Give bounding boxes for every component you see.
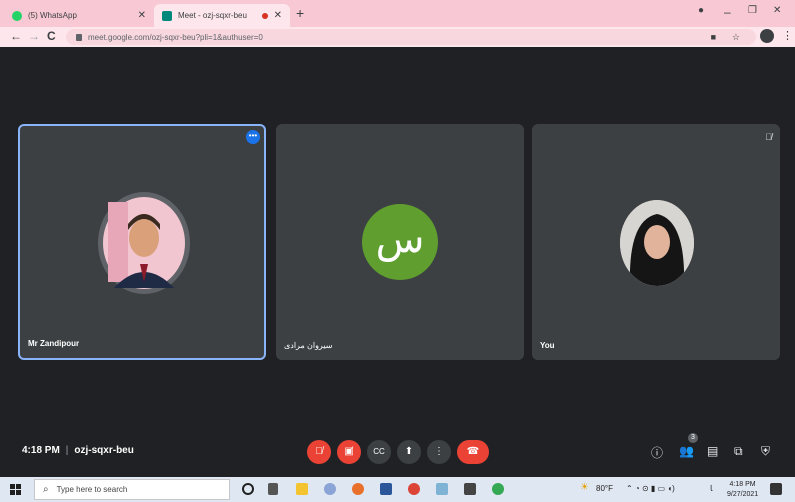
weather-temp[interactable]: 80°F xyxy=(596,484,613,493)
taskbar-clock[interactable]: 4:18 PM 9/27/2021 xyxy=(727,480,758,500)
close-tab-icon[interactable]: ✕ xyxy=(138,10,146,21)
participant-name: You xyxy=(540,341,555,350)
account-circle-icon[interactable]: ● xyxy=(698,5,704,16)
more-options-button[interactable]: ⋮ xyxy=(427,440,451,464)
more-options-icon[interactable]: ••• xyxy=(246,130,260,144)
chat-icon[interactable]: ▤ xyxy=(707,444,718,458)
url-text: meet.google.com/ozj-sqxr-beu?pli=1&authu… xyxy=(88,32,263,42)
avatar xyxy=(98,192,190,294)
chrome-active-icon[interactable] xyxy=(492,483,504,495)
people-count-badge: 3 xyxy=(688,433,698,443)
present-screen-button[interactable]: ⬆ xyxy=(397,440,421,464)
new-tab-button[interactable]: + xyxy=(296,5,304,21)
tab-title: (5) WhatsApp xyxy=(28,11,77,20)
search-placeholder: Type here to search xyxy=(56,485,128,494)
bookmark-star-icon[interactable]: ☆ xyxy=(732,32,740,43)
tab-meet[interactable]: Meet - ozj-sqxr-beu ✕ xyxy=(154,4,290,27)
meeting-info: 4:18 PM | ozj-sqxr-beu xyxy=(22,445,134,456)
activities-icon[interactable]: ⧉ xyxy=(734,444,743,459)
file-explorer-icon[interactable] xyxy=(296,483,308,495)
browser-tab-strip: (5) WhatsApp ✕ Meet - ozj-sqxr-beu ✕ + ●… xyxy=(0,0,795,27)
avatar-letter: س xyxy=(362,204,438,280)
search-icon: ⌕ xyxy=(43,484,49,495)
participant-name: سیروان مرادی xyxy=(284,341,333,350)
meet-icon xyxy=(162,10,172,21)
lock-icon xyxy=(76,33,82,41)
minimize-button[interactable]: – xyxy=(724,5,731,19)
participant-tile[interactable]: س سیروان مرادی xyxy=(276,124,524,360)
forward-icon[interactable]: → xyxy=(28,29,40,43)
restore-button[interactable]: ❐ xyxy=(748,5,757,16)
tab-whatsapp[interactable]: (5) WhatsApp ✕ xyxy=(4,4,154,27)
address-bar[interactable]: meet.google.com/ozj-sqxr-beu?pli=1&authu… xyxy=(66,29,756,45)
participant-name: Mr Zandipour xyxy=(28,339,80,348)
participant-photo xyxy=(620,200,694,286)
mic-off-button[interactable]: 🎙̸ xyxy=(307,440,331,464)
profile-avatar[interactable] xyxy=(760,29,774,43)
app-icon[interactable] xyxy=(324,483,336,495)
tab-title: Meet - ozj-sqxr-beu xyxy=(178,11,247,20)
clock-time: 4:18 PM xyxy=(729,481,756,488)
browser-toolbar: ← → C meet.google.com/ozj-sqxr-beu?pli=1… xyxy=(0,27,795,47)
host-controls-icon[interactable]: ⛨ xyxy=(761,444,770,459)
windows-taskbar: ⌕ Type here to search ☀ 80°F ⌃ ◔ ⊙ ▮ ▭ ◖… xyxy=(0,477,795,502)
paint-icon[interactable] xyxy=(436,483,448,495)
task-view-icon[interactable] xyxy=(268,483,278,495)
whatsapp-icon xyxy=(12,10,22,21)
tray-icons[interactable]: ⌃ ◔ ⊙ ▮ ▭ ◖) xyxy=(626,484,675,493)
app-icon[interactable] xyxy=(464,483,476,495)
weather-icon[interactable]: ☀ xyxy=(580,482,589,493)
camera-off-button[interactable]: ▣̸ xyxy=(337,440,361,464)
recording-icon xyxy=(261,12,268,19)
close-window-button[interactable]: ✕ xyxy=(773,5,781,16)
close-tab-icon[interactable]: ✕ xyxy=(274,10,282,21)
participant-photo xyxy=(103,197,185,289)
chrome-menu-icon[interactable]: ⋮ xyxy=(782,29,793,42)
leave-call-button[interactable]: ☎ xyxy=(457,440,489,464)
meeting-details-icon[interactable]: ⓘ xyxy=(651,444,663,461)
avatar xyxy=(620,200,694,286)
language-indicator[interactable]: ﺎ xyxy=(710,484,712,493)
meeting-code: ozj-sqxr-beu xyxy=(74,445,134,456)
muted-mic-icon: 🎙̸ xyxy=(765,132,772,142)
chrome-icon[interactable] xyxy=(408,483,420,495)
firefox-icon[interactable] xyxy=(352,483,364,495)
camera-indicator-icon[interactable]: ■ xyxy=(711,32,716,42)
participant-tile[interactable]: ••• Mr Zandipour xyxy=(18,124,266,360)
meeting-time: 4:18 PM xyxy=(22,445,60,456)
word-icon[interactable] xyxy=(380,483,392,495)
people-icon[interactable]: 👥 xyxy=(679,444,694,458)
back-icon[interactable]: ← xyxy=(10,29,22,43)
participant-tile[interactable]: 🎙̸ You xyxy=(532,124,780,360)
reload-icon[interactable]: C xyxy=(47,29,56,43)
divider: | xyxy=(65,445,69,456)
windows-start-icon[interactable] xyxy=(10,484,21,495)
taskbar-search-input[interactable]: ⌕ Type here to search xyxy=(34,479,230,500)
cortana-icon[interactable] xyxy=(242,483,254,495)
captions-button[interactable]: CC xyxy=(367,440,391,464)
clock-date: 9/27/2021 xyxy=(727,491,759,498)
notifications-icon[interactable] xyxy=(770,483,782,495)
